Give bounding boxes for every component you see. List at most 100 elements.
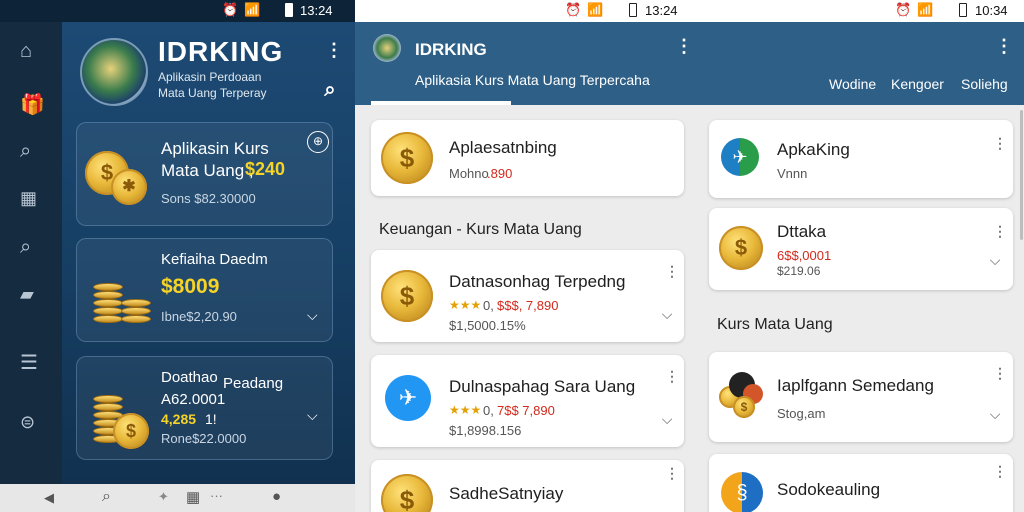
section-title: Keuangan - Kurs Mata Uang (379, 221, 582, 238)
status-bar: ⏰ 📶 10:34 (695, 0, 1024, 22)
chevron-down-icon[interactable]: ⌵ (987, 406, 1003, 422)
card-title: Kefiaiha Daedm (161, 251, 268, 268)
coin-icon: $ (381, 474, 433, 512)
coin-icon[interactable]: ⊜ (20, 412, 42, 434)
back-icon[interactable]: ◀ (44, 490, 54, 506)
card-value: .890 (487, 166, 513, 181)
app-title: IDRKING (415, 40, 487, 59)
search-alt-icon[interactable]: ⌕ (20, 236, 42, 258)
chevron-down-icon[interactable]: ⌵ (659, 411, 675, 427)
more-options-icon[interactable]: ⋮ (675, 36, 693, 57)
status-bar: ⏰ 📶 13:24 (0, 0, 355, 22)
card-title-line2: Mata Uang , (161, 161, 254, 180)
list-card[interactable]: $ Iaplfgann Semedang Stog,am ⋮ ⌵ (709, 352, 1013, 442)
alarm-icon: ⏰ (895, 2, 912, 17)
card-title: ApkaKing (777, 140, 850, 159)
card-rating: 0, (483, 403, 494, 418)
grid-icon[interactable]: ▦ (186, 488, 200, 506)
app-icon: $ (719, 372, 765, 418)
more-options-icon[interactable]: ⋮ (665, 367, 679, 385)
more-icon[interactable]: ··· (210, 488, 223, 503)
chevron-down-icon[interactable]: ⌵ (987, 252, 1003, 268)
tab-soliehg[interactable]: Soliehg (961, 76, 1008, 92)
rating-stars: ★★★ (449, 298, 482, 312)
more-options-icon[interactable]: ⋮ (995, 36, 1013, 57)
more-options-icon[interactable]: ⋮ (993, 222, 1007, 240)
card-sub: Ibne$2,20.90 (161, 309, 237, 324)
app-subtitle: Aplikasia Kurs Mata Uang Terpercaha (415, 72, 650, 88)
coin-icon: $ (381, 270, 433, 322)
more-options-icon[interactable]: ⋮ (993, 134, 1007, 152)
status-time: 13:24 (645, 3, 678, 18)
home-icon[interactable]: ⌂ (20, 40, 42, 62)
card-rating: 0, (483, 298, 494, 313)
search-icon[interactable]: ⌕ (20, 140, 42, 162)
app-header: ⏰ 📶 10:34 ⋮ Wodine Kengoer Soliehg (695, 0, 1024, 105)
list-card[interactable]: § Sodokeauling ⋮ (709, 454, 1013, 512)
gift-icon[interactable]: 🎁 (20, 92, 45, 116)
chevron-down-icon[interactable]: ⌵ (307, 307, 318, 324)
card-sub: Vnnn (777, 166, 808, 181)
list-card[interactable]: ✈ Dulnaspahag Sara Uang ★★★ 0, 7$$ 7,890… (371, 355, 684, 447)
battery-icon (629, 3, 637, 17)
app-icon: ✈ (385, 375, 431, 421)
list-card[interactable]: $ SadheSatnyiay ⋮ (371, 460, 684, 512)
wifi-icon: 📶 (244, 2, 261, 17)
chart-icon[interactable]: ▦ (20, 188, 42, 210)
app-logo (80, 38, 148, 106)
battery-icon (285, 3, 293, 17)
add-circle-icon[interactable]: ⊕ (307, 131, 329, 153)
list-card[interactable]: $ Datnasonhag Terpedng ★★★ 0, $$$, 7,890… (371, 250, 684, 342)
spark-icon[interactable]: ✦ (158, 489, 169, 505)
card-title: Datnasonhag Terpedng (449, 272, 626, 291)
app-subtitle-1: Aplikasin Perdoaan (158, 70, 262, 84)
system-nav-bar: ◀ ⌕ ✦ ▦ ··· ● (0, 484, 355, 512)
card-sub: $1,8998.156 (449, 423, 522, 438)
card-highlight: $8009 (161, 275, 220, 298)
alarm-icon: ⏰ (565, 2, 582, 17)
list-card[interactable]: $ Dttaka 6$$,0001 $219.06 ⋮ ⌵ (709, 208, 1013, 290)
card-sub: Sons $82.30000 (161, 191, 256, 206)
card-title: Dttaka (777, 222, 827, 241)
more-options-icon[interactable]: ⋮ (665, 262, 679, 280)
card-title: Dulnaspahag Sara Uang (449, 377, 636, 396)
card-title: Iaplfgann Semedang (777, 376, 934, 395)
card-sub: Mohno (449, 166, 489, 181)
coin-icon: $ (719, 226, 763, 270)
app-icon: ✈ (721, 138, 759, 176)
more-options-icon[interactable]: ⋮ (324, 40, 344, 60)
card-highlight: $240 (245, 159, 286, 179)
currency-card[interactable]: Kefiaiha Daedm $8009 Ibne$2,20.90 ⌵ (76, 238, 333, 342)
more-options-icon[interactable]: ⋮ (993, 462, 1007, 480)
card-sub: $219.06 (777, 264, 821, 278)
card-title-side: Peadang (223, 375, 284, 392)
card-title: Aplaesatnbing (449, 138, 557, 157)
currency-card[interactable]: $ Doathao Peadang A62.0001 4,285 1! Rone… (76, 356, 333, 460)
app-logo (373, 34, 401, 62)
chevron-down-icon[interactable]: ⌵ (659, 306, 675, 322)
card-sub: $1,5000.15% (449, 318, 526, 333)
status-time: 13:24 (300, 3, 333, 18)
more-options-icon[interactable]: ⋮ (665, 464, 679, 482)
message-icon[interactable]: ▰ (20, 284, 42, 306)
light-screen-tabs: ⏰ 📶 10:34 ⋮ Wodine Kengoer Soliehg ✈ Apk… (695, 0, 1024, 512)
search-icon[interactable]: ⌕ (320, 80, 340, 100)
list-card[interactable]: ✈ ApkaKing Vnnn ⋮ (709, 120, 1013, 198)
more-options-icon[interactable]: ⋮ (993, 364, 1007, 382)
card-value: 6$$,0001 (777, 248, 832, 263)
battery-icon (959, 3, 967, 17)
currency-card[interactable]: $ ✱ Aplikasin Kurs Mata Uang , $240 Sons… (76, 122, 333, 226)
tab-wodine[interactable]: Wodine (829, 76, 876, 92)
tab-kengoer[interactable]: Kengoer (891, 76, 944, 92)
search-icon[interactable]: ⌕ (102, 488, 111, 506)
chevron-down-icon[interactable]: ⌵ (307, 407, 318, 424)
wifi-icon: 📶 (587, 2, 604, 17)
menu-icon[interactable]: ☰ (20, 350, 42, 374)
coin-icon: $ (381, 132, 433, 184)
tab-indicator (371, 101, 511, 105)
section-title: Kurs Mata Uang (717, 316, 833, 333)
wallet-icon[interactable]: ● (272, 488, 281, 505)
rating-stars: ★★★ (449, 403, 482, 417)
scrollbar[interactable] (1020, 110, 1023, 240)
list-card[interactable]: $ Aplaesatnbing Mohno .890 (371, 120, 684, 196)
